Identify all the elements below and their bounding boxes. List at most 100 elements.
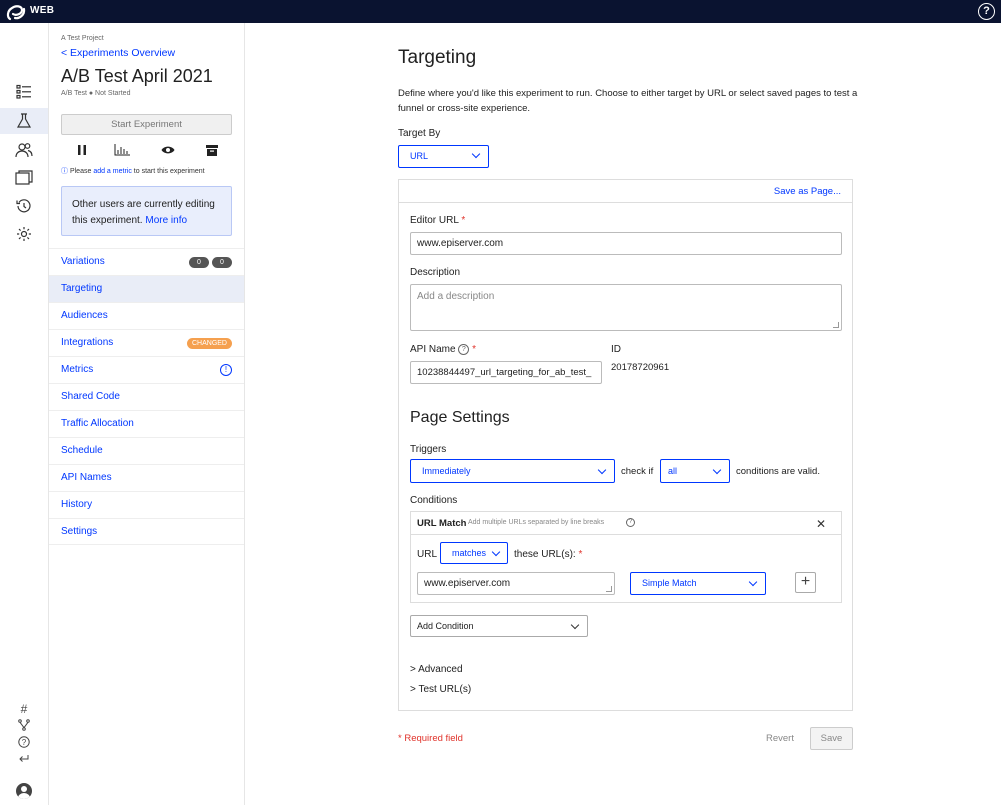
save-button[interactable]: Save	[810, 727, 853, 750]
resize-handle-icon[interactable]	[833, 322, 839, 328]
nav-metrics-label: Metrics	[61, 364, 94, 375]
add-url-button[interactable]: +	[795, 572, 816, 593]
svg-text:?: ?	[22, 738, 27, 747]
experiment-title: A/B Test April 2021	[61, 66, 213, 86]
editor-url-label-text: Editor URL	[410, 215, 459, 226]
list-icon[interactable]	[14, 82, 34, 102]
nav-shared-code[interactable]: Shared Code	[49, 383, 244, 410]
save-as-page-link[interactable]: Save as Page...	[774, 186, 841, 197]
close-icon[interactable]: ✕	[816, 517, 826, 531]
count-badge: 0	[189, 257, 209, 268]
pause-icon[interactable]	[73, 143, 91, 157]
history-icon[interactable]	[14, 196, 34, 216]
nav-audiences[interactable]: Audiences	[49, 302, 244, 329]
nav-integrations-label: Integrations	[61, 337, 114, 348]
url-word: URL	[417, 549, 438, 560]
conditions-match-select[interactable]: all	[660, 459, 730, 483]
nav-history-label: History	[61, 499, 93, 510]
return-icon[interactable]	[16, 753, 32, 767]
revert-button[interactable]: Revert	[766, 733, 794, 744]
user-avatar-icon[interactable]	[16, 783, 32, 799]
archive-icon[interactable]	[203, 143, 221, 157]
more-info-link[interactable]: More info	[145, 215, 187, 226]
nav-schedule[interactable]: Schedule	[49, 437, 244, 464]
api-name-label-text: API Name	[410, 344, 456, 355]
variation-counts: 0 0	[189, 257, 232, 268]
changed-badge: CHANGED	[186, 338, 232, 349]
test-urls-toggle[interactable]: > Test URL(s)	[410, 684, 471, 695]
match-type-select[interactable]: matches	[440, 542, 508, 564]
nav-history[interactable]: History	[49, 491, 244, 518]
nav-schedule-label: Schedule	[61, 445, 103, 456]
preview-eye-icon[interactable]	[159, 143, 177, 157]
nav-targeting[interactable]: Targeting	[49, 275, 244, 302]
start-experiment-button[interactable]: Start Experiment	[61, 114, 232, 135]
id-label: ID	[611, 344, 621, 355]
conditions-label: Conditions	[410, 495, 458, 506]
nav-audiences-label: Audiences	[61, 310, 108, 321]
add-metric-link[interactable]: add a metric	[93, 168, 132, 175]
match-mode-select[interactable]: Simple Match	[630, 572, 766, 595]
resize-handle-icon[interactable]	[606, 586, 612, 592]
nav-traffic-allocation[interactable]: Traffic Allocation	[49, 410, 244, 437]
pages-icon[interactable]	[14, 168, 34, 188]
chevron-down-icon	[748, 577, 758, 587]
count-badge: 0	[212, 257, 232, 268]
experiments-overview-link[interactable]: < Experiments Overview	[61, 47, 175, 59]
trigger-select[interactable]: Immediately	[410, 459, 615, 483]
api-name-input[interactable]: 10238844497_url_targeting_for_ab_test_	[410, 361, 602, 384]
id-value: 20178720961	[611, 362, 670, 373]
app-name: WEB	[30, 5, 55, 16]
editor-url-input[interactable]: www.episerver.com	[410, 232, 842, 255]
icon-rail: # ?	[0, 23, 49, 805]
add-condition-select[interactable]: Add Condition	[410, 615, 588, 637]
required-asterisk: *	[472, 344, 477, 355]
concurrent-editing-notice: Other users are currently editing this e…	[61, 186, 232, 236]
url-match-hint: Add multiple URLs separated by line brea…	[468, 519, 605, 526]
nav-traffic-allocation-label: Traffic Allocation	[61, 418, 134, 429]
info-circle-icon: ⓘ	[61, 168, 68, 175]
advanced-toggle[interactable]: > Advanced	[410, 664, 463, 675]
hash-icon[interactable]: #	[16, 702, 32, 716]
chevron-down-icon	[471, 149, 481, 159]
flask-icon[interactable]	[14, 111, 34, 131]
nav-variations[interactable]: Variations 0 0	[49, 248, 244, 275]
api-name-label: API Name ? *	[410, 344, 476, 355]
chevron-down-icon	[491, 547, 501, 557]
required-field-note: * Required field	[398, 733, 463, 744]
nav-api-names[interactable]: API Names	[49, 464, 244, 491]
help-icon[interactable]: ?	[458, 344, 470, 355]
please-prefix: Please	[69, 168, 94, 175]
url-match-value: www.episerver.com	[424, 578, 511, 589]
nav-integrations[interactable]: Integrations CHANGED	[49, 329, 244, 356]
description-placeholder: Add a description	[417, 291, 495, 302]
please-suffix: to start this experiment	[131, 168, 205, 175]
target-by-label: Target By	[398, 128, 441, 139]
project-name: A Test Project	[61, 35, 104, 42]
these-urls-label: these URL(s): *	[514, 549, 582, 560]
match-type-value: matches	[452, 548, 487, 558]
condition-header: URL Match Add multiple URLs separated by…	[411, 512, 841, 535]
help-icon[interactable]: ?	[626, 518, 635, 527]
these-urls-text: these URL(s):	[514, 549, 576, 560]
results-chart-icon[interactable]	[113, 143, 131, 157]
add-metric-notice: ⓘ Please add a metric to start this expe…	[61, 166, 205, 176]
chevron-down-icon	[597, 465, 607, 475]
help-icon[interactable]: ?	[16, 736, 32, 750]
gear-icon[interactable]	[14, 224, 34, 244]
nav-settings[interactable]: Settings	[49, 518, 244, 545]
conditions-valid-text: conditions are valid.	[736, 466, 820, 477]
match-mode-value: Simple Match	[642, 578, 697, 588]
check-if-text: check if	[621, 466, 654, 477]
nav-api-names-label: API Names	[61, 472, 112, 483]
description-label: Description	[410, 267, 461, 278]
help-icon[interactable]: ?	[978, 3, 995, 20]
optimizely-logo-icon[interactable]	[6, 2, 26, 21]
branch-icon[interactable]	[16, 719, 32, 733]
description-textarea[interactable]: Add a description	[410, 284, 842, 331]
audience-icon[interactable]	[14, 140, 34, 160]
url-match-input[interactable]: www.episerver.com	[417, 572, 615, 595]
nav-metrics[interactable]: Metrics !	[49, 356, 244, 383]
target-by-select[interactable]: URL	[398, 145, 489, 168]
conditions-match-value: all	[668, 466, 678, 476]
